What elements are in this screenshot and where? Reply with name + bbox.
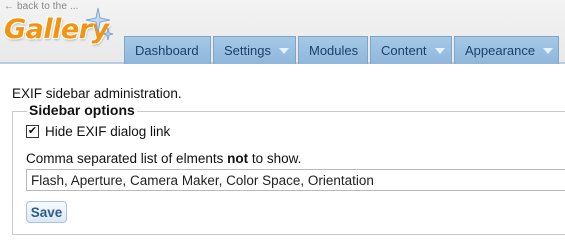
gallery-logo[interactable]: Gallery <box>2 6 114 52</box>
label-text: Comma separated list of elments <box>26 151 228 166</box>
elements-input[interactable] <box>26 169 565 191</box>
hide-exif-checkbox[interactable]: ✔ <box>26 125 39 138</box>
tab-label: Dashboard <box>135 43 199 58</box>
page-intro: EXIF sidebar administration. <box>12 86 182 101</box>
tab-modules[interactable]: Modules <box>298 36 368 64</box>
chevron-down-icon <box>543 47 554 54</box>
label-text-end: to show. <box>248 151 302 166</box>
label-emphasis: not <box>227 151 249 166</box>
fieldset-legend: Sidebar options <box>27 102 137 118</box>
tab-appearance[interactable]: Appearance <box>454 36 559 64</box>
sparkle-icon <box>85 7 114 41</box>
hide-exif-option: ✔ Hide EXIF dialog link <box>26 124 170 139</box>
tab-dashboard[interactable]: Dashboard <box>124 36 211 64</box>
tab-label: Settings <box>224 43 271 58</box>
elements-field-label: Comma separated list of elments not to s… <box>26 151 301 166</box>
hide-exif-label: Hide EXIF dialog link <box>45 124 171 139</box>
chevron-down-icon <box>434 47 445 54</box>
tab-settings[interactable]: Settings <box>213 36 296 64</box>
tab-label: Appearance <box>465 43 536 58</box>
save-button[interactable]: Save <box>26 201 67 223</box>
checkmark-icon: ✔ <box>27 125 38 137</box>
tab-content[interactable]: Content <box>370 36 452 64</box>
tab-label: Modules <box>309 43 359 58</box>
chevron-down-icon <box>278 47 289 54</box>
tab-label: Content <box>381 43 427 58</box>
